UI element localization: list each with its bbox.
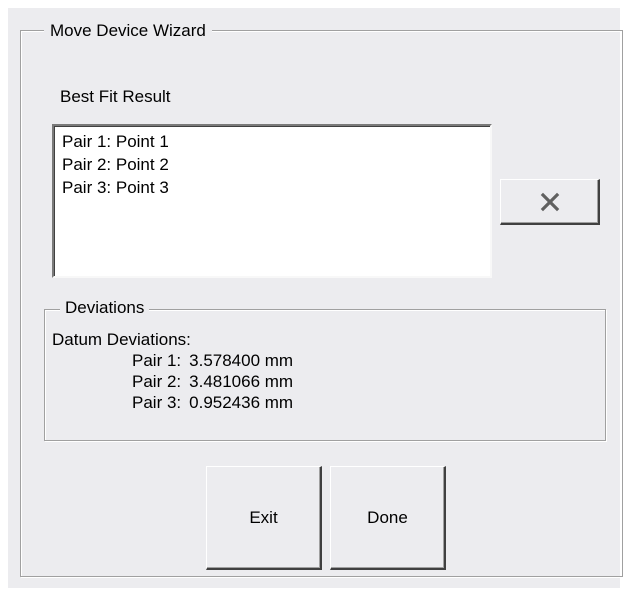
deviation-pair-label: Pair 2: bbox=[132, 372, 182, 391]
datum-deviations-header: Datum Deviations: bbox=[52, 330, 191, 349]
list-item[interactable]: Pair 3: Point 3 bbox=[62, 177, 169, 199]
delete-button[interactable] bbox=[500, 179, 600, 225]
deviation-pair-label: Pair 1: bbox=[132, 351, 182, 370]
list-item[interactable]: Pair 1: Point 1 bbox=[62, 131, 169, 153]
deviation-value: 3.481066 mm bbox=[189, 372, 294, 391]
best-fit-result-label: Best Fit Result bbox=[60, 87, 171, 106]
deviation-row: Pair 3: 0.952436 mm bbox=[132, 392, 293, 413]
wizard-title: Move Device Wizard bbox=[44, 19, 212, 43]
deviation-row: Pair 1: 3.578400 mm bbox=[132, 350, 293, 371]
deviations-title: Deviations bbox=[60, 296, 150, 320]
x-icon bbox=[540, 192, 559, 211]
deviation-value: 3.578400 mm bbox=[189, 351, 294, 370]
exit-button[interactable]: Exit bbox=[206, 466, 322, 570]
deviation-value: 0.952436 mm bbox=[189, 393, 294, 412]
best-fit-result-list[interactable]: Pair 1: Point 1 Pair 2: Point 2 Pair 3: … bbox=[52, 124, 492, 278]
deviation-pair-label: Pair 3: bbox=[132, 393, 182, 412]
done-button[interactable]: Done bbox=[330, 466, 446, 570]
list-item[interactable]: Pair 2: Point 2 bbox=[62, 154, 169, 176]
deviation-row: Pair 2: 3.481066 mm bbox=[132, 371, 293, 392]
